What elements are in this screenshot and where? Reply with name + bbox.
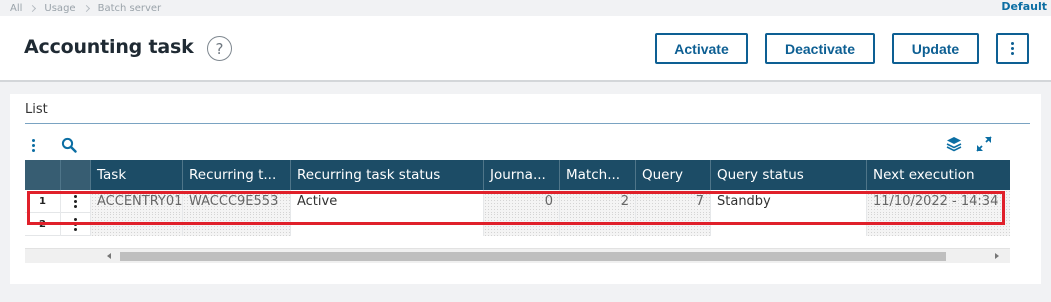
row-number: 1 [25, 190, 61, 213]
page-header: Accounting task ? Activate Deactivate Up… [0, 16, 1051, 82]
cell-next-execution[interactable]: 11/10/2022 - 14:34 [867, 190, 1010, 213]
column-header-recurring-task-status[interactable]: Recurring task status [291, 160, 484, 190]
column-header-task[interactable]: Task [91, 160, 183, 190]
cell-query-status[interactable] [711, 213, 867, 236]
cell-next-execution[interactable] [867, 213, 1010, 236]
cell-recurring-task-status[interactable]: Active [291, 190, 484, 213]
expand-icon [976, 136, 992, 152]
breadcrumb: All Usage Batch server [10, 0, 161, 16]
cell-recurring-task[interactable] [183, 213, 291, 236]
chevron-right-icon [82, 4, 90, 12]
vertical-dots-icon [74, 195, 77, 208]
column-header-next-execution[interactable]: Next execution [867, 160, 1010, 190]
column-header-match[interactable]: Match... [560, 160, 636, 190]
breadcrumb-all[interactable]: All [10, 3, 22, 14]
cell-journal[interactable]: 0 [484, 190, 560, 213]
update-button[interactable]: Update [892, 33, 979, 64]
list-title: List [25, 102, 48, 117]
cell-match[interactable]: 2 [560, 190, 636, 213]
data-grid: Task Recurring t... Recurring task statu… [25, 160, 1010, 236]
row-menu-button[interactable] [61, 190, 91, 213]
table-row[interactable]: 1 ACCENTRY01 WACCC9E553 Active 0 2 7 Sta… [25, 190, 1010, 213]
column-header-recurring-task[interactable]: Recurring t... [183, 160, 291, 190]
scroll-left-icon[interactable] [107, 253, 111, 259]
column-header-query[interactable]: Query [636, 160, 711, 190]
table-row[interactable]: 2 [25, 213, 1010, 236]
cell-task[interactable] [91, 213, 183, 236]
vertical-dots-icon [32, 139, 35, 152]
activate-button[interactable]: Activate [655, 33, 748, 64]
cell-recurring-task-status[interactable] [291, 213, 484, 236]
help-icon[interactable]: ? [207, 36, 232, 61]
row-number: 2 [25, 213, 61, 236]
list-menu-button[interactable] [32, 139, 35, 152]
row-menu-button[interactable] [61, 213, 91, 236]
page-title: Accounting task [24, 36, 194, 58]
scrollbar-thumb[interactable] [120, 252, 946, 261]
cell-journal[interactable] [484, 213, 560, 236]
search-icon [61, 137, 77, 153]
cell-query[interactable] [636, 213, 711, 236]
breadcrumb-usage[interactable]: Usage [44, 3, 75, 14]
deactivate-button[interactable]: Deactivate [765, 33, 875, 64]
breadcrumb-batch-server[interactable]: Batch server [98, 3, 162, 14]
header-row-menu [61, 160, 91, 190]
expand-button[interactable] [976, 136, 992, 156]
vertical-dots-icon [74, 218, 77, 231]
list-panel: List Task Recurring t... Recurring task … [10, 94, 1041, 284]
column-header-query-status[interactable]: Query status [711, 160, 867, 190]
cell-match[interactable] [560, 213, 636, 236]
more-actions-button[interactable] [996, 33, 1029, 64]
search-button[interactable] [61, 137, 77, 157]
default-link[interactable]: Default [1001, 0, 1047, 14]
cell-query[interactable]: 7 [636, 190, 711, 213]
cell-query-status[interactable]: Standby [711, 190, 867, 213]
cell-task[interactable]: ACCENTRY01 [91, 190, 183, 213]
horizontal-scrollbar[interactable] [25, 248, 1010, 263]
grid-header-row: Task Recurring t... Recurring task statu… [25, 160, 1010, 190]
column-header-journal[interactable]: Journa... [484, 160, 560, 190]
layers-button[interactable] [946, 136, 962, 156]
header-row-number [25, 160, 61, 190]
chevron-right-icon [29, 4, 37, 12]
list-divider [25, 123, 1030, 124]
scroll-right-icon[interactable] [995, 253, 999, 259]
layers-icon [946, 137, 962, 152]
vertical-dots-icon [1011, 42, 1014, 55]
cell-recurring-task[interactable]: WACCC9E553 [183, 190, 291, 213]
